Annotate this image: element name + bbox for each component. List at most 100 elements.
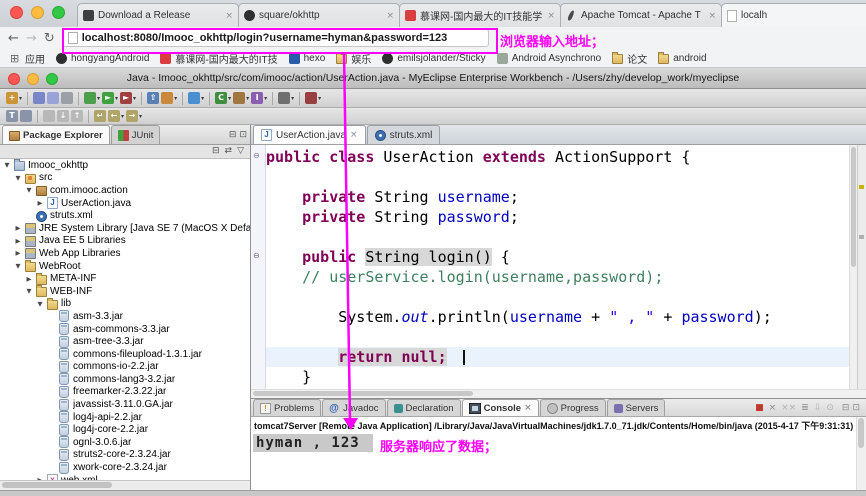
editor-hscrollbar[interactable] (251, 389, 866, 398)
zoom-window-button[interactable] (52, 6, 65, 19)
tree-item[interactable]: commons-fileupload-1.3.1.jar (0, 348, 250, 361)
back-history-icon[interactable]: ← ▾ (108, 110, 124, 122)
collapse-all-icon[interactable]: ⊟ (212, 147, 220, 156)
fold-marker-icon[interactable]: ⊖ (253, 251, 260, 260)
bookmark-item[interactable]: 慕课网-国内最大的IT技 (160, 51, 278, 66)
save-all-icon[interactable] (47, 92, 60, 104)
remove-all-launches-icon[interactable]: ×× (781, 404, 796, 413)
tab-close-icon[interactable]: × (386, 11, 394, 21)
code-line[interactable]: return null; (266, 347, 850, 367)
browser-tab[interactable]: square/okhttp × (238, 3, 400, 27)
view-tab-package-explorer[interactable]: Package Explorer (2, 125, 110, 144)
scrollbar-thumb[interactable] (253, 391, 473, 396)
external-tools-icon[interactable]: ► ▾ (120, 92, 136, 104)
tab-close-icon[interactable]: × (225, 11, 233, 21)
tree-item[interactable]: ▼ Imooc_okhttp (0, 159, 250, 172)
deploy-icon[interactable]: ⇧ (147, 92, 160, 104)
clear-console-icon[interactable]: ≣ (801, 404, 809, 413)
url-text[interactable]: localhost:8080/Imooc_okhttp/login?userna… (82, 32, 448, 44)
project-tree[interactable]: ▼ Imooc_okhttp ▼ src ▼ com.imooc.action ▶ UserA… (0, 159, 250, 480)
tree-item[interactable]: ▼ src (0, 172, 250, 185)
code-line[interactable]: private String username; (266, 187, 850, 207)
tree-item[interactable]: ▼ lib (0, 297, 250, 311)
new-class-icon[interactable]: C ▾ (215, 92, 231, 104)
tree-expander[interactable]: ▼ (25, 186, 33, 194)
tree-expander[interactable]: ▶ (14, 237, 22, 245)
close-window-button[interactable] (10, 6, 23, 19)
bookmark-item[interactable]: 娱乐 (336, 51, 371, 66)
tree-item[interactable]: ▼ com.imooc.action (0, 184, 250, 197)
maximize-view-icon[interactable]: ⊡ (239, 131, 247, 140)
reload-button[interactable]: ↻ (44, 32, 55, 45)
address-bar[interactable]: localhost:8080/Imooc_okhttp/login?userna… (61, 29, 489, 47)
tree-item[interactable]: ognl-3.0.6.jar (0, 436, 250, 449)
bookmark-item[interactable]: Android Asynchrono (496, 52, 601, 64)
browser-tab[interactable]: localh× (721, 3, 866, 27)
editor-tab[interactable]: UserAction.java× (253, 125, 366, 144)
tree-item[interactable]: ▶ META-INF (0, 272, 250, 285)
forward-history-icon[interactable]: → ▾ (126, 110, 142, 122)
server-icon[interactable]: ▾ (161, 92, 177, 104)
forward-button[interactable]: → (26, 32, 37, 45)
view-tab-progress[interactable]: Progress (539, 399, 606, 416)
bookmark-item[interactable]: 论文 (612, 51, 647, 66)
code-line[interactable] (266, 227, 850, 247)
code-line[interactable]: System. out .println(username + " , " + pa… (266, 307, 850, 327)
new-interface-icon[interactable]: I ▾ (251, 92, 267, 104)
tree-item[interactable]: asm-commons-3.3.jar (0, 323, 250, 336)
code-line[interactable]: // userService.login(username,password); (266, 267, 850, 287)
tree-item[interactable]: ▶ Java EE 5 Libraries (0, 235, 250, 248)
view-tab-junit[interactable]: JUnit (110, 125, 161, 144)
mark-occurrences-icon[interactable] (43, 110, 55, 122)
view-tab-console[interactable]: Console × (461, 399, 539, 416)
tree-expander[interactable]: ▼ (36, 300, 44, 308)
new-package-icon[interactable]: ▾ (233, 92, 249, 104)
tree-item[interactable]: ▶ UserAction.java (0, 197, 250, 210)
tree-expander[interactable]: ▼ (14, 174, 22, 182)
tree-expander[interactable]: ▶ (36, 199, 44, 207)
code-line[interactable] (266, 327, 850, 347)
tree-expander[interactable]: ▼ (14, 262, 22, 270)
console-vscrollbar[interactable] (856, 417, 866, 490)
scrollbar-thumb[interactable] (2, 482, 112, 488)
tree-item[interactable]: struts2-core-2.3.24.jar (0, 448, 250, 462)
code-editor[interactable]: ⊖ ⊖ public class UserAction extends Actio… (251, 145, 866, 398)
code-line[interactable] (266, 287, 850, 307)
code-line[interactable]: public class UserAction extends ActionSu… (266, 147, 850, 167)
print-icon[interactable] (61, 92, 74, 104)
view-menu-icon[interactable]: ▽ (237, 147, 244, 156)
next-annotation-icon[interactable]: ↓ (57, 110, 69, 122)
tree-item[interactable]: commons-io-2.2.jar (0, 360, 250, 374)
browser-tab[interactable]: 慕课网-国内最大的IT技能学 × (399, 3, 561, 27)
web-browser-icon[interactable]: ▾ (188, 92, 204, 104)
tree-expander[interactable]: ▼ (3, 161, 11, 169)
view-tab-servers[interactable]: Servers (606, 399, 666, 416)
view-tab-problems[interactable]: Problems (253, 399, 322, 416)
tab-close-icon[interactable]: × (547, 11, 555, 21)
pin-console-icon[interactable]: ⊙ (826, 404, 834, 413)
bookmark-item[interactable]: hongyangAndroid (56, 52, 149, 64)
console-output[interactable]: hyman , 123 (253, 434, 373, 452)
code-line[interactable]: } (266, 367, 850, 387)
code-line[interactable] (266, 167, 850, 187)
view-tab-javadoc[interactable]: Javadoc (322, 399, 386, 416)
console-view[interactable]: tomcat7Server [Remote Java Application] … (251, 417, 866, 490)
last-edit-icon[interactable]: ↵ (94, 110, 106, 122)
code-line[interactable]: public String login() { (266, 247, 850, 267)
bookmark-item[interactable]: hexo (288, 52, 325, 64)
bookmark-item[interactable]: android (658, 52, 707, 64)
tree-item[interactable]: log4j-core-2.2.jar (0, 423, 250, 436)
tree-item[interactable]: ▶ Web App Libraries (0, 247, 250, 260)
browser-tab[interactable]: Apache Tomcat - Apache T × (560, 3, 722, 27)
scrollbar-thumb[interactable] (858, 418, 864, 448)
tab-close-icon[interactable]: × (524, 403, 532, 413)
minimize-view-icon[interactable]: ⊟ (229, 131, 237, 140)
bookmark-item[interactable]: emilsjolander/Sticky (382, 52, 486, 64)
tree-expander[interactable]: ▶ (14, 249, 22, 257)
tree-item[interactable]: ▼ WebRoot (0, 260, 250, 273)
browser-tab[interactable]: Download a Release × (77, 3, 239, 27)
tree-item[interactable]: asm-tree-3.3.jar (0, 335, 250, 348)
close-window-button[interactable] (8, 73, 20, 85)
code-area[interactable]: public class UserAction extends ActionSu… (266, 147, 850, 387)
zoom-window-button[interactable] (46, 73, 58, 85)
